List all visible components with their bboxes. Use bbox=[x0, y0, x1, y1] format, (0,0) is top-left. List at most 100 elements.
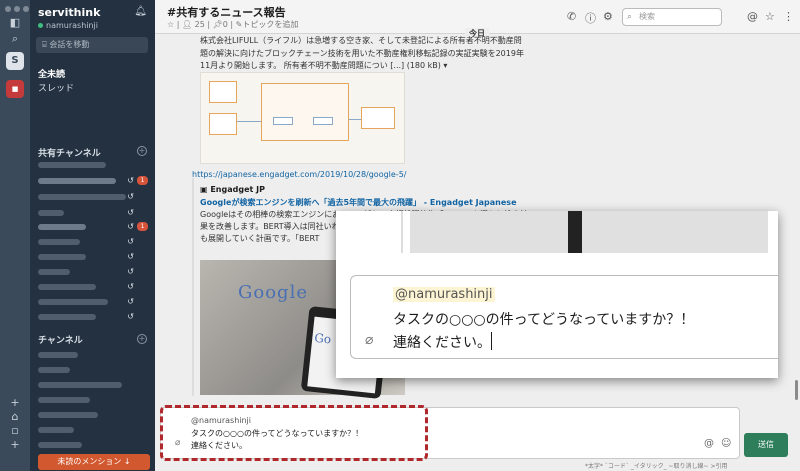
shared-channel-row[interactable]: ↺ bbox=[38, 312, 148, 322]
jump-label: 会話を移動 bbox=[49, 40, 90, 49]
doc-icon[interactable]: ▫ bbox=[8, 424, 22, 438]
add-topic-link[interactable]: トピックを追加 bbox=[242, 20, 298, 29]
settings-icon[interactable]: ⚙ bbox=[603, 10, 613, 23]
mention-icon[interactable]: @ bbox=[704, 438, 714, 449]
attachment-bar bbox=[192, 178, 194, 396]
back-icon[interactable]: ◧ bbox=[8, 16, 22, 30]
diagram-node bbox=[209, 113, 237, 135]
member-count[interactable]: 25 bbox=[195, 20, 205, 29]
shared-channel-icon: ↺ bbox=[127, 297, 134, 306]
phone-icon[interactable]: ✆ bbox=[567, 10, 576, 23]
composer-mention: @namurashinji bbox=[191, 416, 252, 425]
diagram-node bbox=[273, 117, 293, 125]
channel-row[interactable] bbox=[38, 440, 148, 450]
search-icon[interactable]: ⌕ bbox=[8, 32, 22, 46]
add-icon[interactable]: + bbox=[8, 396, 22, 410]
shared-channel-icon: ↺ bbox=[127, 237, 134, 246]
shared-channel-row[interactable]: ↺ bbox=[38, 267, 148, 277]
shared-channel-row[interactable]: ↺ bbox=[38, 297, 148, 307]
channel-row[interactable] bbox=[38, 395, 148, 405]
pin-count[interactable]: 0 bbox=[223, 20, 228, 29]
send-button[interactable]: 送信 bbox=[744, 433, 788, 457]
shared-channel-row[interactable]: ↺ bbox=[38, 252, 148, 262]
channel-meta: ☆ | 👤︎ 25 | 📌︎0 | ✎トピックを追加 bbox=[167, 20, 299, 29]
zoom-thumbnail-edge bbox=[410, 211, 768, 253]
shared-channel-row[interactable] bbox=[38, 160, 148, 170]
diagram-node bbox=[313, 117, 333, 125]
workspace-name[interactable]: servithink bbox=[38, 6, 100, 19]
shared-channel-row[interactable]: ↺ 1 bbox=[38, 222, 148, 232]
channel-title[interactable]: #共有するニュース報告 bbox=[167, 4, 286, 20]
pin-icon[interactable]: 📌︎ bbox=[213, 20, 223, 29]
jump-to-conversation[interactable]: ⌸ 会話を移動 bbox=[36, 37, 148, 53]
channel-row[interactable] bbox=[38, 410, 148, 420]
window-controls[interactable] bbox=[5, 6, 29, 12]
diagram-node bbox=[261, 83, 349, 141]
search-icon: ⌕ bbox=[627, 12, 633, 22]
add-channel-icon[interactable]: + bbox=[137, 334, 147, 344]
shared-channel-icon: ↺ bbox=[127, 282, 134, 291]
format-hint: *太字* `コード` _イタリック_ ~取り消し線~ >引用 bbox=[585, 463, 728, 470]
bell-icon[interactable]: ⌂ bbox=[8, 410, 22, 424]
unread-badge: 1 bbox=[137, 222, 148, 231]
shared-channel-row[interactable]: ↺ bbox=[38, 237, 148, 247]
channels-heading[interactable]: チャンネル bbox=[38, 333, 83, 346]
article-title-link[interactable]: Googleが検索エンジンを刷新へ「過去5年間で最大の飛躍」 - Engadge… bbox=[200, 197, 517, 208]
star-icon[interactable]: ☆ bbox=[765, 10, 775, 23]
sidebar-item-threads[interactable]: スレッド bbox=[38, 81, 74, 94]
diagram-edge bbox=[237, 121, 261, 122]
zoom-attachment-bar bbox=[401, 211, 403, 253]
diagram-edge bbox=[349, 119, 361, 120]
channel-row[interactable] bbox=[38, 380, 148, 390]
shared-channel-icon: ↺ bbox=[127, 192, 134, 201]
shared-channel-row[interactable]: ↺ bbox=[38, 208, 148, 218]
zoom-attach-icon[interactable]: ⌀ bbox=[365, 332, 373, 348]
shared-channel-row[interactable]: ↺ bbox=[38, 192, 148, 202]
info-icon[interactable]: ⓘ bbox=[585, 10, 596, 26]
search-input[interactable]: ⌕ 検索 bbox=[622, 8, 722, 26]
workspace-avatar[interactable]: S bbox=[6, 52, 24, 70]
shared-channel-icon: ↺ bbox=[127, 252, 134, 261]
zoom-mention: @namurashinji bbox=[393, 287, 495, 302]
shared-channel-icon: ↺ bbox=[127, 222, 134, 231]
link-url[interactable]: https://japanese.engadget.com/2019/10/28… bbox=[192, 170, 406, 179]
emoji-icon[interactable]: ☺ bbox=[721, 438, 731, 449]
composer-line-2: 連絡ください。 bbox=[191, 441, 247, 450]
sidebar-item-all-unread[interactable]: 全未読 bbox=[38, 67, 65, 80]
channel-row[interactable] bbox=[38, 425, 148, 435]
shared-channel-icon: ↺ bbox=[127, 267, 134, 276]
member-icon[interactable]: 👤︎ bbox=[182, 20, 192, 29]
add-shared-channel-icon[interactable]: + bbox=[137, 146, 147, 156]
at-icon[interactable]: @ bbox=[747, 10, 758, 23]
channel-row[interactable] bbox=[38, 365, 148, 375]
shared-channel-icon: ↺ bbox=[127, 312, 134, 321]
unread-mentions-button[interactable]: 未読のメンション ↓ bbox=[38, 454, 150, 470]
source-icon: ▣ bbox=[200, 185, 211, 194]
message-body: 株式会社LIFULL（ライフル）は急増する空き家、そして未登記による所有者不明不… bbox=[200, 36, 524, 70]
plus-icon[interactable]: + bbox=[8, 438, 22, 452]
zoom-line-1: タスクの○○○の件ってどうなっていますか？！ bbox=[393, 312, 695, 328]
attachment-source: ▣ Engadget JP bbox=[200, 185, 265, 194]
source-name: Engadget JP bbox=[210, 185, 265, 194]
channel-row[interactable] bbox=[38, 350, 148, 360]
text-caret bbox=[491, 332, 492, 350]
diagram-node bbox=[361, 107, 395, 129]
composer-line-1: タスクの○○○の件ってどうなっていますか？！ bbox=[191, 429, 364, 438]
zoomed-composer-callout: @namurashinji タスクの○○○の件ってどうなっていますか？！ 連絡く… bbox=[336, 211, 778, 378]
message-scrollbar[interactable] bbox=[795, 380, 798, 400]
shared-channels-heading[interactable]: 共有チャンネル bbox=[38, 146, 101, 159]
shared-channel-row[interactable]: ↺ 1 bbox=[38, 176, 148, 186]
search-placeholder: 検索 bbox=[639, 12, 655, 21]
shared-channel-icon: ↺ bbox=[127, 176, 134, 185]
attached-diagram-image[interactable] bbox=[200, 72, 405, 164]
notification-bell-icon[interactable]: 🔔︎ bbox=[134, 6, 147, 17]
unread-badge: 1 bbox=[137, 176, 148, 185]
current-user: namurashinji bbox=[38, 21, 98, 30]
shared-channel-icon: ↺ bbox=[127, 208, 134, 217]
attach-icon[interactable]: ⌀ bbox=[175, 438, 180, 448]
google-logo-image: Google bbox=[238, 282, 308, 303]
workspace-rail: ◧ ⌕ S ■ + ⌂ ▫ + bbox=[0, 0, 30, 471]
workspace-avatar-2[interactable]: ■ bbox=[6, 80, 24, 98]
more-icon[interactable]: ⋮ bbox=[783, 10, 794, 23]
shared-channel-row[interactable]: ↺ bbox=[38, 282, 148, 292]
